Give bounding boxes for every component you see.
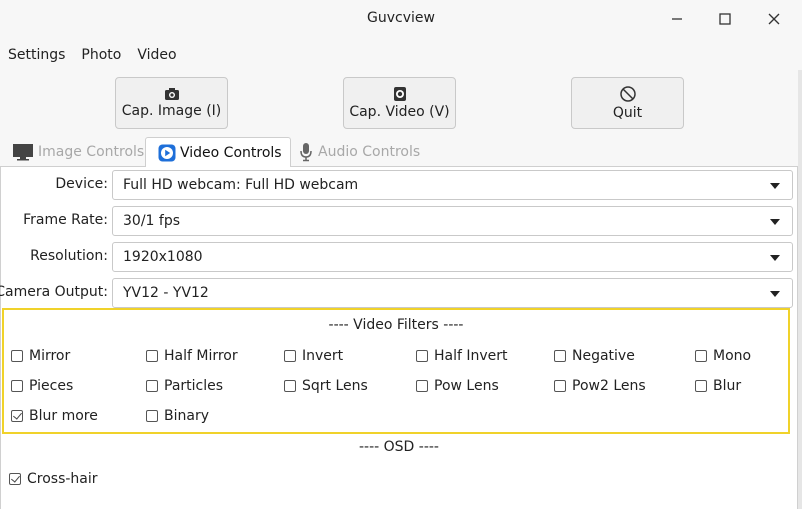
filter-sqrt-lens-checkbox[interactable]: Sqrt Lens <box>284 378 368 394</box>
minimize-icon <box>672 18 682 20</box>
chevron-down-icon <box>770 291 780 297</box>
cap-image-button[interactable]: Cap. Image (I) <box>115 77 228 129</box>
checkbox-box <box>416 350 428 362</box>
checkbox-box-checked <box>11 410 23 422</box>
filter-blur-more-checkbox[interactable]: Blur more <box>11 408 98 424</box>
quit-label: Quit <box>612 105 643 121</box>
filter-blur-checkbox[interactable]: Blur <box>695 378 741 394</box>
filter-invert-checkbox[interactable]: Invert <box>284 348 343 364</box>
title-bar: Guvcview <box>0 0 802 38</box>
filter-label: Mono <box>713 348 752 364</box>
checkbox-box-checked <box>9 473 21 485</box>
cap-video-label: Cap. Video (V) <box>349 104 450 120</box>
chevron-down-icon <box>770 183 780 189</box>
close-button[interactable] <box>760 6 788 32</box>
osd-cross-hair-checkbox[interactable]: Cross-hair <box>9 471 98 487</box>
video-camera-icon <box>393 87 406 101</box>
checkbox-box <box>146 380 158 392</box>
resolution-select[interactable]: 1920x1080 <box>112 242 793 272</box>
checkbox-box <box>284 380 296 392</box>
camera-output-select[interactable]: YV12 - YV12 <box>112 278 793 308</box>
filter-pow-lens-checkbox[interactable]: Pow Lens <box>416 378 499 394</box>
camera-output-label: Camera Output: <box>0 284 108 300</box>
filter-label: Mirror <box>29 348 71 364</box>
osd-title: ---- OSD ---- <box>358 439 439 455</box>
guvcview-window: Guvcview Settings Photo Video Cap. Image… <box>0 0 802 509</box>
tab-bar: Image Controls Video Controls Audio Cont… <box>0 137 802 168</box>
checkbox-box <box>146 410 158 422</box>
cap-image-label: Cap. Image (I) <box>121 103 222 119</box>
device-select[interactable]: Full HD webcam: Full HD webcam <box>112 170 793 200</box>
menu-photo[interactable]: Photo <box>73 44 129 70</box>
chevron-down-icon <box>770 219 780 225</box>
frame-rate-label: Frame Rate: <box>23 212 108 228</box>
filter-label: Blur more <box>29 408 98 424</box>
tab-video-controls-label: Video Controls <box>180 144 282 161</box>
filter-particles-checkbox[interactable]: Particles <box>146 378 223 394</box>
window-edge <box>798 70 802 509</box>
cap-video-button[interactable]: Cap. Video (V) <box>343 77 456 129</box>
filter-label: Pow2 Lens <box>572 378 646 394</box>
no-entry-icon <box>619 86 636 102</box>
minimize-button[interactable] <box>663 6 691 32</box>
resolution-label: Resolution: <box>30 248 108 264</box>
filter-label: Blur <box>713 378 742 394</box>
filter-mono-checkbox[interactable]: Mono <box>695 348 751 364</box>
filter-label: Half Invert <box>434 348 508 364</box>
filter-label: Pow Lens <box>434 378 499 394</box>
close-icon <box>768 13 780 25</box>
filter-label: Half Mirror <box>164 348 238 364</box>
filter-label: Sqrt Lens <box>302 378 368 394</box>
frame-rate-select[interactable]: 30/1 fps <box>112 206 793 236</box>
checkbox-box <box>11 350 23 362</box>
video-play-icon <box>158 144 176 161</box>
device-value: Full HD webcam: Full HD webcam <box>123 177 359 193</box>
quit-button[interactable]: Quit <box>571 77 684 129</box>
tab-image-controls-label: Image Controls <box>38 144 145 160</box>
camera-output-value: YV12 - YV12 <box>123 285 209 301</box>
filter-label: Particles <box>164 378 224 394</box>
filter-label: Binary <box>164 408 209 424</box>
filter-mirror-checkbox[interactable]: Mirror <box>11 348 70 364</box>
tab-video-controls[interactable]: Video Controls <box>145 137 291 168</box>
checkbox-box <box>284 350 296 362</box>
monitor-icon <box>13 144 33 161</box>
checkbox-box <box>11 380 23 392</box>
filter-pow2-lens-checkbox[interactable]: Pow2 Lens <box>554 378 646 394</box>
filter-label: Negative <box>572 348 635 364</box>
chevron-down-icon <box>770 255 780 261</box>
filter-negative-checkbox[interactable]: Negative <box>554 348 635 364</box>
tab-audio-controls-label: Audio Controls <box>318 144 421 160</box>
frame-rate-value: 30/1 fps <box>123 213 180 229</box>
microphone-icon <box>300 143 312 162</box>
maximize-icon <box>719 13 731 25</box>
checkbox-box <box>695 350 707 362</box>
filter-label: Pieces <box>29 378 74 394</box>
checkbox-box <box>416 380 428 392</box>
tab-audio-controls[interactable]: Audio Controls <box>298 137 420 167</box>
filter-half-invert-checkbox[interactable]: Half Invert <box>416 348 508 364</box>
maximize-button[interactable] <box>711 6 739 32</box>
checkbox-box <box>554 380 566 392</box>
video-filters-title: ---- Video Filters ---- <box>328 317 464 333</box>
menu-settings[interactable]: Settings <box>0 44 73 70</box>
osd-label: Cross-hair <box>27 471 98 487</box>
checkbox-box <box>146 350 158 362</box>
camera-icon <box>164 88 179 100</box>
filter-pieces-checkbox[interactable]: Pieces <box>11 378 73 394</box>
checkbox-box <box>695 380 707 392</box>
menu-video[interactable]: Video <box>129 44 184 70</box>
tab-image-controls[interactable]: Image Controls <box>12 137 144 167</box>
menu-bar: Settings Photo Video <box>0 44 185 70</box>
checkbox-box <box>554 350 566 362</box>
video-filters-group: ---- Video Filters ---- Mirror Half Mirr… <box>2 308 790 434</box>
resolution-value: 1920x1080 <box>123 249 203 265</box>
device-label: Device: <box>55 176 108 192</box>
filter-label: Invert <box>302 348 344 364</box>
filter-half-mirror-checkbox[interactable]: Half Mirror <box>146 348 238 364</box>
filter-binary-checkbox[interactable]: Binary <box>146 408 209 424</box>
